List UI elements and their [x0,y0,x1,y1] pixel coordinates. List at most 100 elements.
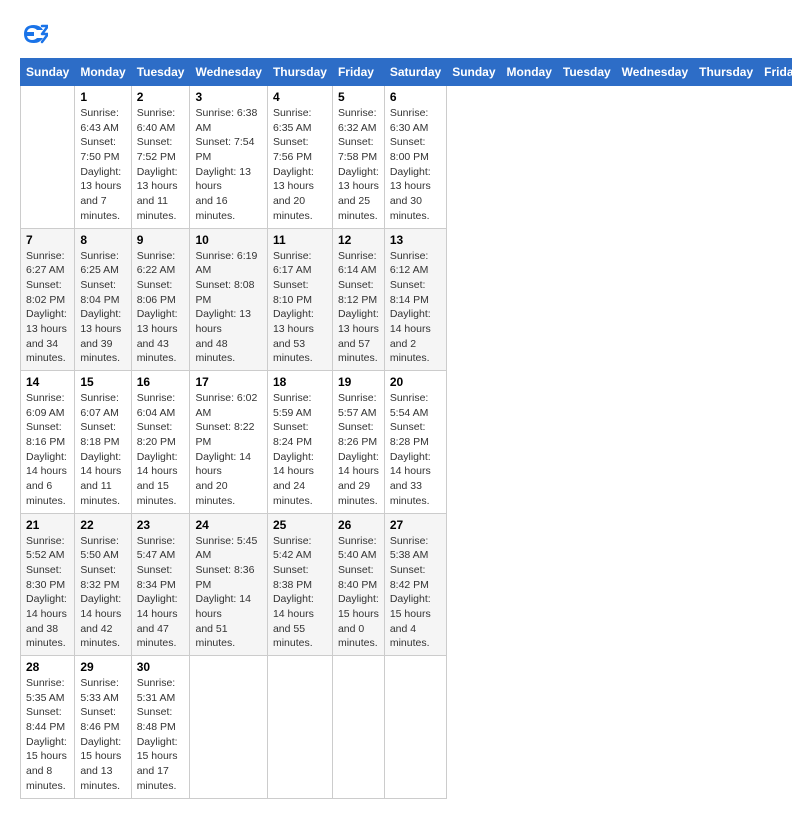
calendar-cell: 5Sunrise: 6:32 AM Sunset: 7:58 PM Daylig… [332,86,384,229]
day-number: 11 [273,233,327,247]
day-info: Sunrise: 6:07 AM Sunset: 8:18 PM Dayligh… [80,391,125,509]
day-info: Sunrise: 5:54 AM Sunset: 8:28 PM Dayligh… [390,391,441,509]
calendar-cell: 17 Sunrise: 6:02 AM Sunset: 8:22 PM Dayli… [190,371,267,514]
day-number: 16 [137,375,185,389]
day-info: Sunrise: 6:43 AM Sunset: 7:50 PM Dayligh… [80,106,125,224]
day-info: Sunrise: 6:09 AM Sunset: 8:16 PM Dayligh… [26,391,69,509]
calendar-cell: 11Sunrise: 6:17 AM Sunset: 8:10 PM Dayli… [267,228,332,371]
day-number: 27 [390,518,441,532]
day-number: 8 [80,233,125,247]
calendar-cell: 18 Sunrise: 5:59 AM Sunset: 8:24 PM Dayli… [267,371,332,514]
column-header-sunday: Sunday [447,59,501,86]
calendar-cell: 13 Sunrise: 6:12 AM Sunset: 8:14 PM Dayli… [384,228,446,371]
column-header-friday: Friday [759,59,792,86]
day-number: 21 [26,518,69,532]
calendar-cell: 2 Sunrise: 6:40 AM Sunset: 7:52 PM Daylig… [131,86,190,229]
calendar-cell: 1 Sunrise: 6:43 AM Sunset: 7:50 PM Daylig… [75,86,131,229]
calendar-cell: 7Sunrise: 6:27 AM Sunset: 8:02 PM Daylig… [21,228,75,371]
calendar-cell: 14 Sunrise: 6:09 AM Sunset: 8:16 PM Dayli… [21,371,75,514]
calendar-cell: 23 Sunrise: 5:47 AM Sunset: 8:34 PM Dayli… [131,513,190,656]
calendar-cell: 29 Sunrise: 5:33 AM Sunset: 8:46 PM Dayli… [75,656,131,799]
day-number: 13 [390,233,441,247]
column-header-saturday: Saturday [384,59,446,86]
calendar-cell: 10 Sunrise: 6:19 AM Sunset: 8:08 PM Dayli… [190,228,267,371]
column-header-thursday: Thursday [694,59,759,86]
calendar-cell: 9Sunrise: 6:22 AM Sunset: 8:06 PM Daylig… [131,228,190,371]
day-number: 20 [390,375,441,389]
day-info: Sunrise: 5:50 AM Sunset: 8:32 PM Dayligh… [80,534,125,652]
day-info: Sunrise: 5:57 AM Sunset: 8:26 PM Dayligh… [338,391,379,509]
day-number: 14 [26,375,69,389]
day-number: 1 [80,90,125,104]
column-header-thursday: Thursday [267,59,332,86]
calendar-cell: 22 Sunrise: 5:50 AM Sunset: 8:32 PM Dayli… [75,513,131,656]
calendar-cell: 28 Sunrise: 5:35 AM Sunset: 8:44 PM Dayli… [21,656,75,799]
day-number: 26 [338,518,379,532]
day-number: 9 [137,233,185,247]
calendar-cell: 12Sunrise: 6:14 AM Sunset: 8:12 PM Dayli… [332,228,384,371]
day-info: Sunrise: 6:12 AM Sunset: 8:14 PM Dayligh… [390,249,441,367]
calendar-cell [190,656,267,799]
day-number: 29 [80,660,125,674]
page-header [20,20,772,48]
calendar-cell: 15 Sunrise: 6:07 AM Sunset: 8:18 PM Dayli… [75,371,131,514]
day-info: Sunrise: 6:40 AM Sunset: 7:52 PM Dayligh… [137,106,185,224]
day-info: Sunrise: 5:35 AM Sunset: 8:44 PM Dayligh… [26,676,69,794]
day-number: 18 [273,375,327,389]
calendar-table: SundayMondayTuesdayWednesdayThursdayFrid… [20,58,792,799]
day-info: Sunrise: 6:25 AM Sunset: 8:04 PM Dayligh… [80,249,125,367]
calendar-cell: 27Sunrise: 5:38 AM Sunset: 8:42 PM Dayli… [384,513,446,656]
day-number: 17 [195,375,261,389]
day-number: 28 [26,660,69,674]
calendar-week-row: 7Sunrise: 6:27 AM Sunset: 8:02 PM Daylig… [21,228,792,371]
calendar-week-row: 1 Sunrise: 6:43 AM Sunset: 7:50 PM Daylig… [21,86,792,229]
day-info: Sunrise: 6:38 AM Sunset: 7:54 PM Dayligh… [195,106,261,224]
day-info: Sunrise: 5:33 AM Sunset: 8:46 PM Dayligh… [80,676,125,794]
logo-icon [20,20,48,48]
day-info: Sunrise: 6:19 AM Sunset: 8:08 PM Dayligh… [195,249,261,367]
day-info: Sunrise: 5:31 AM Sunset: 8:48 PM Dayligh… [137,676,185,794]
day-number: 23 [137,518,185,532]
day-info: Sunrise: 5:47 AM Sunset: 8:34 PM Dayligh… [137,534,185,652]
day-number: 4 [273,90,327,104]
calendar-cell: 21 Sunrise: 5:52 AM Sunset: 8:30 PM Dayli… [21,513,75,656]
day-number: 22 [80,518,125,532]
day-number: 15 [80,375,125,389]
day-info: Sunrise: 6:35 AM Sunset: 7:56 PM Dayligh… [273,106,327,224]
calendar-cell: 30Sunrise: 5:31 AM Sunset: 8:48 PM Dayli… [131,656,190,799]
column-header-tuesday: Tuesday [557,59,616,86]
day-info: Sunrise: 5:52 AM Sunset: 8:30 PM Dayligh… [26,534,69,652]
day-info: Sunrise: 6:27 AM Sunset: 8:02 PM Dayligh… [26,249,69,367]
day-number: 2 [137,90,185,104]
day-info: Sunrise: 5:59 AM Sunset: 8:24 PM Dayligh… [273,391,327,509]
calendar-cell: 16 Sunrise: 6:04 AM Sunset: 8:20 PM Dayli… [131,371,190,514]
calendar-cell: 26 Sunrise: 5:40 AM Sunset: 8:40 PM Dayli… [332,513,384,656]
day-info: Sunrise: 6:04 AM Sunset: 8:20 PM Dayligh… [137,391,185,509]
day-number: 10 [195,233,261,247]
day-info: Sunrise: 5:40 AM Sunset: 8:40 PM Dayligh… [338,534,379,652]
day-info: Sunrise: 5:42 AM Sunset: 8:38 PM Dayligh… [273,534,327,652]
calendar-cell: 6 Sunrise: 6:30 AM Sunset: 8:00 PM Daylig… [384,86,446,229]
calendar-week-row: 21 Sunrise: 5:52 AM Sunset: 8:30 PM Dayli… [21,513,792,656]
calendar-cell [384,656,446,799]
calendar-cell: 19 Sunrise: 5:57 AM Sunset: 8:26 PM Dayli… [332,371,384,514]
day-number: 25 [273,518,327,532]
column-header-monday: Monday [75,59,131,86]
column-header-monday: Monday [501,59,557,86]
calendar-cell: 20 Sunrise: 5:54 AM Sunset: 8:28 PM Dayli… [384,371,446,514]
day-info: Sunrise: 6:30 AM Sunset: 8:00 PM Dayligh… [390,106,441,224]
day-number: 3 [195,90,261,104]
day-info: Sunrise: 5:45 AM Sunset: 8:36 PM Dayligh… [195,534,261,652]
day-info: Sunrise: 6:02 AM Sunset: 8:22 PM Dayligh… [195,391,261,509]
day-number: 19 [338,375,379,389]
calendar-cell [332,656,384,799]
calendar-cell [267,656,332,799]
calendar-cell: 24Sunrise: 5:45 AM Sunset: 8:36 PM Dayli… [190,513,267,656]
column-header-wednesday: Wednesday [616,59,693,86]
day-info: Sunrise: 6:14 AM Sunset: 8:12 PM Dayligh… [338,249,379,367]
day-number: 6 [390,90,441,104]
calendar-cell: 3 Sunrise: 6:38 AM Sunset: 7:54 PM Daylig… [190,86,267,229]
column-header-wednesday: Wednesday [190,59,267,86]
column-header-sunday: Sunday [21,59,75,86]
calendar-cell [21,86,75,229]
